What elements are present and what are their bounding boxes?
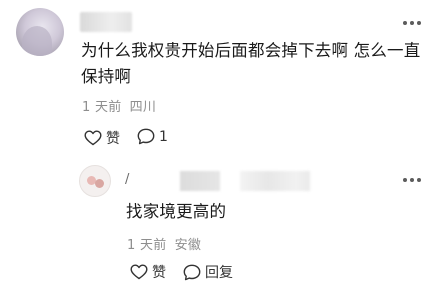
comment-text: 为什么我权贵开始后面都会掉下去啊 怎么一直保持啊 xyxy=(81,41,421,86)
more-dots-icon[interactable] xyxy=(403,178,421,184)
reply-like-button[interactable]: 赞 xyxy=(130,262,166,282)
replier-avatar[interactable] xyxy=(79,165,111,197)
speech-bubble-icon xyxy=(183,264,201,281)
speech-bubble-icon xyxy=(137,128,155,145)
comment-reply-count: 1 xyxy=(159,128,168,145)
reply-reply-label: 回复 xyxy=(205,265,233,281)
comment-meta: 1 天前 四川 xyxy=(82,96,156,115)
replier-name-redacted xyxy=(180,171,220,191)
heart-outline-icon xyxy=(130,264,148,280)
reply-time: 1 天前 xyxy=(127,238,167,253)
reply-text: 找家境更高的 xyxy=(126,202,227,221)
commenter-name-redacted[interactable] xyxy=(80,12,132,32)
replier-badge-redacted xyxy=(240,171,310,191)
comment-time: 1 天前 xyxy=(82,100,122,115)
comment-replies-button[interactable]: 1 xyxy=(137,128,168,145)
comment-like-label: 赞 xyxy=(106,131,120,147)
heart-outline-icon xyxy=(84,130,102,146)
more-dots-icon[interactable] xyxy=(403,21,421,27)
comment-like-button[interactable]: 赞 xyxy=(84,128,120,148)
replier-name[interactable]: / xyxy=(125,172,129,187)
reply-reply-button[interactable]: 回复 xyxy=(183,262,233,282)
commenter-avatar[interactable] xyxy=(16,8,64,56)
reply-location: 安徽 xyxy=(174,238,202,253)
reply-like-label: 赞 xyxy=(152,265,166,281)
reply-meta: 1 天前 安徽 xyxy=(127,234,201,253)
comment-location: 四川 xyxy=(129,100,157,115)
